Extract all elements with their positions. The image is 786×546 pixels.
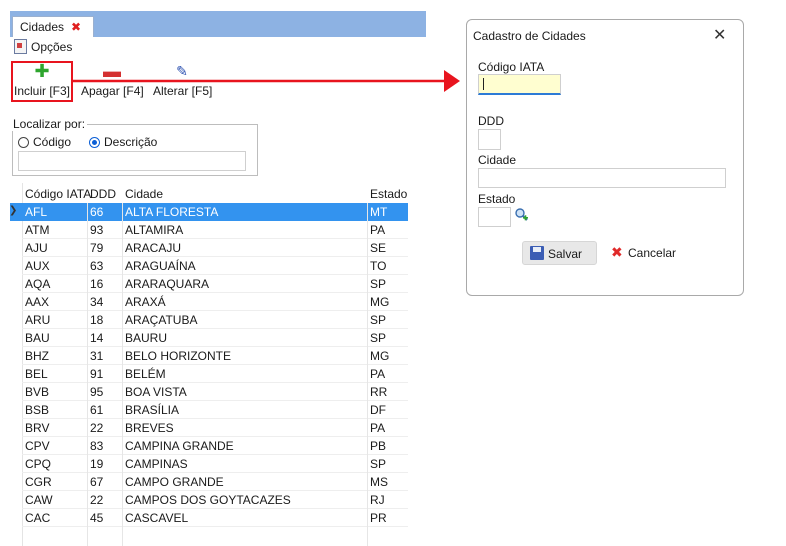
cidade-label: Cidade [478, 153, 517, 167]
cancel-label: Cancelar [628, 246, 677, 260]
close-icon[interactable]: ✕ [713, 25, 726, 45]
floppy-disk-icon [530, 246, 544, 260]
estado-label: Estado [478, 192, 516, 206]
iata-field[interactable] [478, 74, 561, 95]
estado-field[interactable] [478, 207, 511, 227]
ddd-field[interactable] [478, 129, 501, 150]
dialog-title: Cadastro de Cidades [473, 29, 586, 43]
lookup-search-icon[interactable] [514, 207, 529, 222]
ddd-label: DDD [478, 114, 504, 128]
iata-label: Código IATA [478, 60, 545, 74]
cidade-field[interactable] [478, 168, 726, 188]
cancel-button[interactable]: ✖ Cancelar [611, 241, 681, 265]
save-button[interactable]: Salvar [522, 241, 597, 265]
cadastro-dialog: Cadastro de Cidades ✕ Código IATA DDD Ci… [466, 19, 744, 296]
save-label: Salvar [548, 247, 583, 261]
cancel-x-icon: ✖ [611, 244, 623, 260]
